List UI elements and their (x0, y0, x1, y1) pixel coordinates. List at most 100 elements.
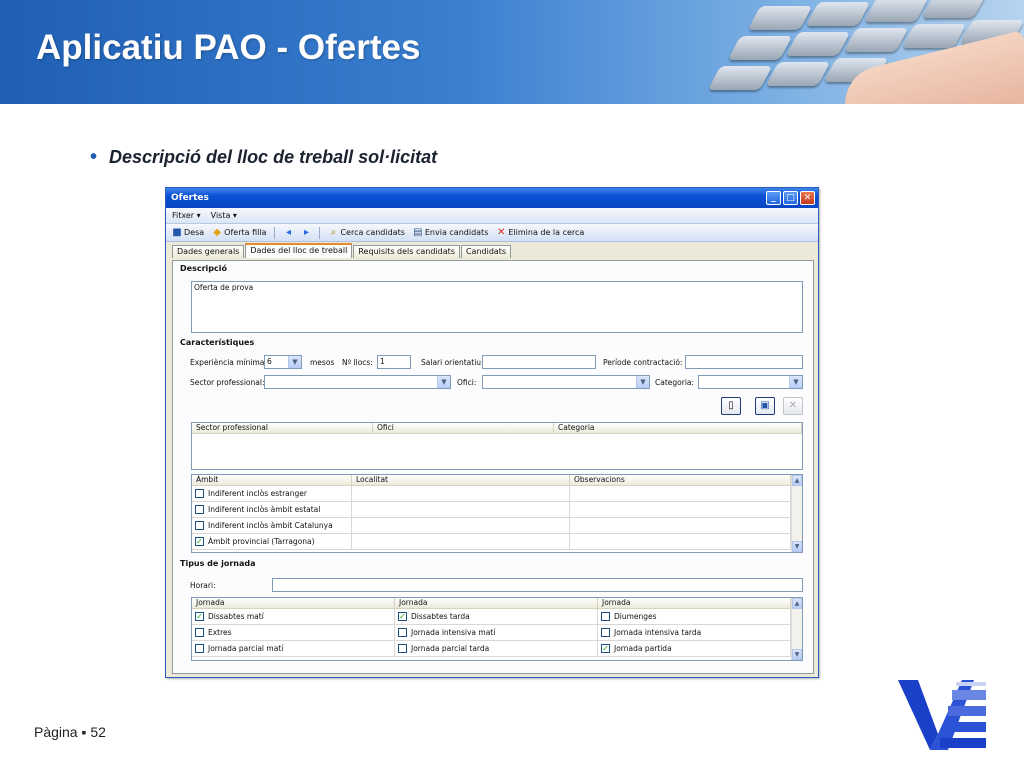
jornada-row[interactable]: Jornada parcial matí Jornada parcial tard… (192, 641, 791, 657)
salari-label: Salari orientatiu: (421, 358, 484, 367)
ambit-checkbox[interactable] (195, 489, 204, 498)
remove-button[interactable]: ✕ (783, 397, 803, 415)
ofici-combo[interactable]: ▼ (482, 375, 650, 389)
child-offer-icon: ◆ (213, 226, 221, 238)
jornada-scrollbar[interactable]: ▲ ▼ (791, 598, 802, 660)
sector-combo[interactable]: ▼ (264, 375, 451, 389)
ambit-label: Indiferent inclòs estranger (208, 489, 307, 498)
jornada-grid[interactable]: Jornada Jornada Jornada ✓ Dissabtes matí ✓… (191, 597, 803, 661)
ambit-row[interactable]: Indiferent inclòs estranger (192, 486, 791, 502)
tab-requisits-candidats[interactable]: Requisits dels candidats (353, 245, 460, 258)
new-icon: ▯ (728, 400, 734, 411)
jornada-label: Jornada intensiva tarda (614, 628, 702, 637)
bullet-text: Descripció del lloc de treball sol·licit… (109, 147, 438, 167)
experiencia-combo[interactable]: 6 ▼ (264, 355, 302, 369)
jornada-checkbox[interactable] (398, 644, 407, 653)
ambit-grid[interactable]: Àmbit Localitat Observacions Indiferent … (191, 474, 803, 553)
categoria-combo[interactable]: ▼ (698, 375, 803, 389)
observacions-cell[interactable] (570, 518, 791, 533)
jornada-label: Extres (208, 628, 232, 637)
localitat-cell[interactable] (352, 518, 570, 533)
save-icon: ■ (172, 226, 182, 238)
jornada-checkbox[interactable]: ✓ (601, 644, 610, 653)
tab-candidats[interactable]: Candidats (460, 245, 512, 258)
ambit-cell: ✓ Àmbit provincial (Tarragona) (192, 534, 352, 549)
jornada-label: Diumenges (614, 612, 657, 621)
col-ambit[interactable]: Àmbit (192, 475, 352, 485)
minimize-button[interactable]: _ (766, 191, 781, 205)
jornada-checkbox[interactable] (601, 628, 610, 637)
ofici-label: Ofici: (457, 378, 477, 387)
jornada-label: Jornada parcial tarda (411, 644, 490, 653)
tab-dades-lloc-treball[interactable]: Dades del lloc de treball (245, 243, 353, 258)
nav-forward-button[interactable]: ▸ (301, 226, 311, 238)
observacions-cell[interactable] (570, 502, 791, 517)
jornada-checkbox[interactable] (195, 644, 204, 653)
tab-page: Descripció Oferta de prova Característiq… (172, 260, 814, 674)
col-jornada-1[interactable]: Jornada (192, 598, 395, 608)
menubar: Fitxer ▾ Vista ▾ (166, 208, 818, 224)
col-categoria[interactable]: Categoria (554, 423, 802, 433)
descripcio-field[interactable]: Oferta de prova (191, 281, 803, 333)
window-titlebar[interactable]: Ofertes _ □ ✕ (166, 188, 818, 208)
jornada-checkbox[interactable]: ✓ (195, 612, 204, 621)
ambit-label: Àmbit provincial (Tarragona) (208, 537, 315, 546)
ambit-checkbox[interactable] (195, 505, 204, 514)
jornada-cell: Jornada intensiva matí (395, 625, 598, 640)
horari-field[interactable] (272, 578, 803, 592)
jornada-checkbox[interactable] (398, 628, 407, 637)
search-candidates-button[interactable]: ⌕ Cerca candidats (328, 227, 405, 238)
send-icon: ▤ (413, 226, 423, 238)
periode-field[interactable] (685, 355, 803, 369)
close-button[interactable]: ✕ (800, 191, 815, 205)
jornada-checkbox[interactable]: ✓ (398, 612, 407, 621)
new-button[interactable]: ▯ (721, 397, 741, 415)
col-jornada-3[interactable]: Jornada (598, 598, 791, 608)
localitat-cell[interactable] (352, 534, 570, 549)
llocs-field[interactable]: 1 (377, 355, 411, 369)
jornada-checkbox[interactable] (195, 628, 204, 637)
ambit-row[interactable]: ✓ Àmbit provincial (Tarragona) (192, 534, 791, 550)
salari-field[interactable] (482, 355, 596, 369)
jornada-cell: Jornada parcial matí (192, 641, 395, 656)
child-offer-button[interactable]: ◆ Oferta filla (212, 226, 266, 238)
menu-fitxer[interactable]: Fitxer ▾ (172, 211, 201, 220)
jornada-checkbox[interactable] (601, 612, 610, 621)
ambit-row[interactable]: Indiferent inclòs àmbit Catalunya (192, 518, 791, 534)
col-observacions[interactable]: Observacions (570, 475, 791, 485)
observacions-cell[interactable] (570, 486, 791, 501)
observacions-cell[interactable] (570, 534, 791, 549)
maximize-button[interactable]: □ (783, 191, 798, 205)
ambit-checkbox[interactable]: ✓ (195, 537, 204, 546)
ambit-label: Indiferent inclòs àmbit Catalunya (208, 521, 333, 530)
col-localitat[interactable]: Localitat (352, 475, 570, 485)
send-candidates-button[interactable]: ▤ Envia candidats (413, 226, 488, 238)
nav-back-button[interactable]: ◂ (283, 227, 293, 238)
jornada-row[interactable]: Extres Jornada intensiva matí Jornada inte… (192, 625, 791, 641)
ambit-label: Indiferent inclòs àmbit estatal (208, 505, 321, 514)
caracteristiques-heading: Característiques (180, 338, 255, 347)
ambit-row[interactable]: Indiferent inclòs àmbit estatal (192, 502, 791, 518)
tab-dades-generals[interactable]: Dades generals (172, 245, 245, 258)
experiencia-label: Experiència mínima: (190, 358, 267, 367)
delete-search-button[interactable]: ✕ Elimina de la cerca (496, 227, 584, 238)
col-jornada-2[interactable]: Jornada (395, 598, 598, 608)
col-sector[interactable]: Sector professional (192, 423, 373, 433)
ambit-cell: Indiferent inclòs àmbit estatal (192, 502, 352, 517)
localitat-cell[interactable] (352, 502, 570, 517)
llocs-label: Nº llocs: (342, 358, 373, 367)
menu-vista[interactable]: Vista ▾ (211, 211, 237, 220)
ambit-scrollbar[interactable]: ▲ ▼ (791, 475, 802, 552)
ambit-checkbox[interactable] (195, 521, 204, 530)
localitat-cell[interactable] (352, 486, 570, 501)
jornada-row[interactable]: ✓ Dissabtes matí ✓ Dissabtes tarda Diumenges (192, 609, 791, 625)
jornada-cell: ✓ Dissabtes matí (192, 609, 395, 624)
footer: Pàgina ▪ 52 (34, 724, 106, 740)
save-button[interactable]: ■ Desa (172, 226, 204, 238)
col-ofici[interactable]: Ofici (373, 423, 554, 433)
jornada-label: Dissabtes matí (208, 612, 264, 621)
ambit-cell: Indiferent inclòs estranger (192, 486, 352, 501)
edit-button[interactable]: ▣ (755, 397, 775, 415)
nav-forward-icon: ▸ (303, 226, 309, 238)
sector-grid[interactable]: Sector professional Ofici Categoria (191, 422, 803, 470)
